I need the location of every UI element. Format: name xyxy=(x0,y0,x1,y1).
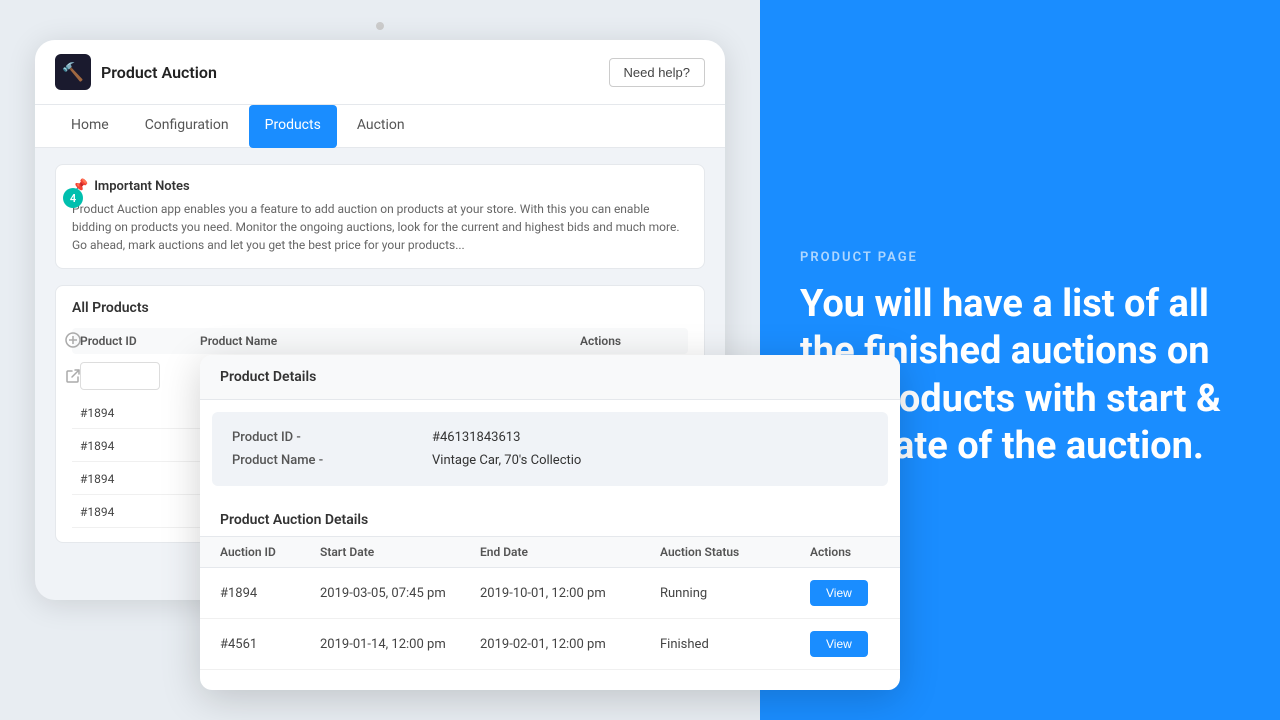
col-product-id: Product ID xyxy=(80,334,200,348)
auction-row2-start: 2019-01-14, 12:00 pm xyxy=(320,637,480,652)
auction-row-1: #1894 2019-03-05, 07:45 pm 2019-10-01, 1… xyxy=(200,568,900,619)
col-product-name: Product Name xyxy=(200,334,580,348)
notes-box: 📌 Important Notes Product Auction app en… xyxy=(55,164,705,269)
app-logo-icon: 🔨 xyxy=(55,54,91,90)
dot-indicator xyxy=(376,22,384,30)
auction-row2-id: #4561 xyxy=(220,637,320,652)
sidebar-icons xyxy=(63,330,83,386)
auction-row1-end: 2019-10-01, 12:00 pm xyxy=(480,586,660,601)
search-product-id[interactable] xyxy=(80,362,160,390)
row-id-3: #1894 xyxy=(80,472,200,486)
products-table-header: Product ID Product Name Actions xyxy=(72,328,688,354)
auction-row1-id: #1894 xyxy=(220,586,320,601)
auction-col-id: Auction ID xyxy=(220,545,320,559)
auction-col-start: Start Date xyxy=(320,545,480,559)
nav-configuration[interactable]: Configuration xyxy=(129,105,245,148)
auction-row-2: #4561 2019-01-14, 12:00 pm 2019-02-01, 1… xyxy=(200,619,900,670)
plus-icon[interactable] xyxy=(63,330,83,350)
products-section-title: All Products xyxy=(72,300,688,316)
auction-row2-status: Finished xyxy=(660,637,810,652)
auction-col-end: End Date xyxy=(480,545,660,559)
app-header: 🔨 Product Auction Need help? xyxy=(35,40,725,105)
auction-table-header: Auction ID Start Date End Date Auction S… xyxy=(200,536,900,568)
notification-badge: 4 xyxy=(63,188,83,208)
view-button-2[interactable]: View xyxy=(810,631,868,657)
app-logo-area: 🔨 Product Auction xyxy=(55,54,217,90)
nav-products[interactable]: Products xyxy=(249,105,337,148)
app-title: Product Auction xyxy=(101,63,217,82)
col-actions: Actions xyxy=(580,334,680,348)
row-id-4: #1894 xyxy=(80,505,200,519)
need-help-button[interactable]: Need help? xyxy=(609,58,706,87)
modal-product-details-header: Product Details xyxy=(200,355,900,400)
modal-bottom-space xyxy=(200,670,900,690)
product-details-modal: Product Details Product ID - #4613184361… xyxy=(200,355,900,690)
auction-row2-action[interactable]: View xyxy=(810,631,900,657)
auction-row1-start: 2019-03-05, 07:45 pm xyxy=(320,586,480,601)
product-name-value: Vintage Car, 70's Collectio xyxy=(432,449,868,472)
row-id-2: #1894 xyxy=(80,439,200,453)
auction-col-status: Auction Status xyxy=(660,545,810,559)
nav-auction[interactable]: Auction xyxy=(341,105,421,148)
product-id-value: #46131843613 xyxy=(432,426,868,449)
row-id-1: #1894 xyxy=(80,406,200,420)
notes-text: Product Auction app enables you a featur… xyxy=(72,200,688,254)
right-panel-label: PRODUCT PAGE xyxy=(800,250,1230,265)
modal-details-grid: Product ID - #46131843613 Product Name -… xyxy=(212,412,888,486)
notes-title: 📌 Important Notes xyxy=(72,179,688,194)
nav-bar: Home Configuration Products Auction xyxy=(35,105,725,148)
external-link-icon[interactable] xyxy=(63,366,83,386)
auction-col-actions: Actions xyxy=(810,545,900,559)
auction-row1-action[interactable]: View xyxy=(810,580,900,606)
auction-row1-status: Running xyxy=(660,586,810,601)
product-id-label: Product ID - xyxy=(232,426,432,449)
main-area: 4 🔨 Product Auction xyxy=(0,0,760,720)
nav-home[interactable]: Home xyxy=(55,105,125,148)
product-name-label: Product Name - xyxy=(232,449,432,472)
view-button-1[interactable]: View xyxy=(810,580,868,606)
auction-row2-end: 2019-02-01, 12:00 pm xyxy=(480,637,660,652)
modal-auction-details-header: Product Auction Details xyxy=(200,498,900,536)
